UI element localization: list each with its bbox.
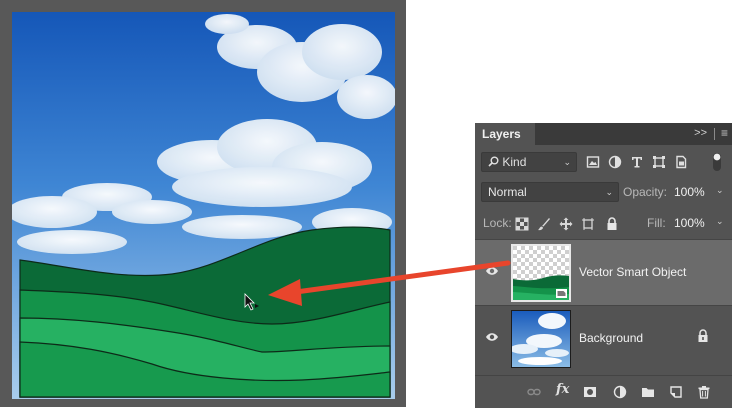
layer-row-background[interactable]: Background <box>475 305 732 371</box>
lock-row: Lock: Fill: 100% ⌄ <box>475 211 732 235</box>
tab-bar-divider <box>714 128 715 140</box>
search-icon <box>488 156 499 167</box>
chevron-down-icon[interactable]: ⌄ <box>716 185 724 196</box>
layer-thumbnail-background <box>511 310 571 368</box>
fill-label: Fill: <box>647 216 666 230</box>
collapse-panel-button[interactable]: >> <box>694 127 707 139</box>
shape-layer-filter-icon[interactable] <box>652 155 666 169</box>
layer-name-vector-smart-object[interactable]: Vector Smart Object <box>579 265 686 279</box>
panel-menu-button[interactable]: ≡ <box>721 126 728 140</box>
document-window <box>0 0 406 407</box>
lock-transparent-pixels-icon[interactable] <box>515 217 529 231</box>
blend-mode-value: Normal <box>488 185 527 199</box>
layer-filter-row: Kind ⌄ <box>475 150 732 174</box>
visibility-eye-icon[interactable] <box>485 332 499 342</box>
new-layer-icon[interactable] <box>669 385 683 399</box>
chevron-down-icon: ⌄ <box>563 157 571 167</box>
blend-mode-row: Normal ⌄ Opacity: 100% ⌄ <box>475 180 732 204</box>
pixel-layer-filter-icon[interactable] <box>586 155 600 169</box>
type-layer-filter-icon[interactable] <box>630 155 644 169</box>
layers-bottom-bar: fx <box>475 375 732 408</box>
add-mask-icon[interactable] <box>583 385 597 399</box>
tab-layers[interactable]: Layers <box>475 123 535 145</box>
new-fill-adjustment-icon[interactable] <box>613 385 627 399</box>
layer-thumbnail-vector-smart-object <box>511 244 571 302</box>
layers-panel: Layers >> ≡ Kind ⌄ Normal ⌄ Opacity: 100… <box>475 123 732 408</box>
blend-mode-select[interactable]: Normal ⌄ <box>481 182 619 202</box>
filter-kind-label: Kind <box>502 155 527 169</box>
lock-image-pixels-icon[interactable] <box>537 217 551 231</box>
adjustment-layer-filter-icon[interactable] <box>608 155 622 169</box>
filter-toggle-icon[interactable] <box>713 153 721 171</box>
lock-label: Lock: <box>483 216 512 230</box>
panel-tab-bar: Layers >> ≡ <box>475 123 732 145</box>
fx-icon[interactable]: fx <box>556 382 569 397</box>
opacity-input[interactable]: 100% <box>674 185 705 199</box>
visibility-eye-icon[interactable] <box>485 266 499 276</box>
link-layers-icon[interactable] <box>527 385 541 399</box>
lock-position-icon[interactable] <box>559 217 573 231</box>
lock-all-icon[interactable] <box>605 217 619 231</box>
lock-icon[interactable] <box>697 329 709 343</box>
lock-artboard-icon[interactable] <box>581 217 595 231</box>
smart-object-filter-icon[interactable] <box>674 155 688 169</box>
layer-list: Vector Smart Object Background <box>475 239 732 371</box>
chevron-down-icon[interactable]: ⌄ <box>716 216 724 227</box>
chevron-down-icon: ⌄ <box>605 187 613 197</box>
layer-name-background[interactable]: Background <box>579 331 643 345</box>
opacity-label: Opacity: <box>623 185 668 199</box>
document-canvas[interactable] <box>12 12 395 399</box>
new-group-icon[interactable] <box>641 385 655 399</box>
layer-row-vector-smart-object[interactable]: Vector Smart Object <box>475 239 732 305</box>
delete-layer-icon[interactable] <box>697 385 711 399</box>
filter-kind-select[interactable]: Kind ⌄ <box>481 152 577 172</box>
canvas-artwork <box>12 12 395 399</box>
fill-input[interactable]: 100% <box>674 216 705 230</box>
